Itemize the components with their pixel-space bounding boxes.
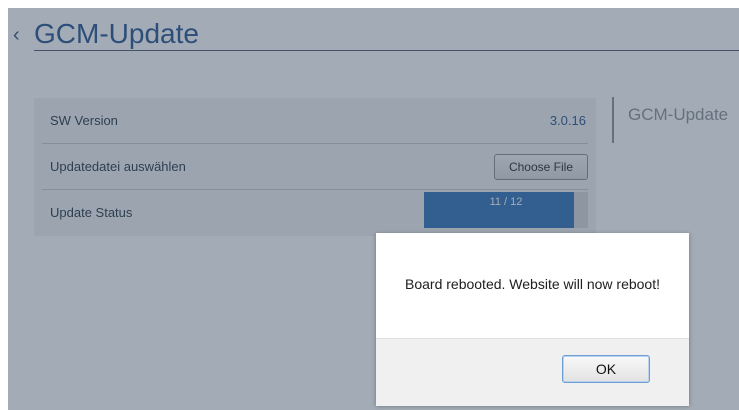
alert-dialog: Board rebooted. Website will now reboot!…: [376, 233, 689, 406]
alert-footer: OK: [376, 338, 689, 406]
alert-message: Board rebooted. Website will now reboot!: [405, 276, 660, 292]
ok-button[interactable]: OK: [562, 355, 650, 383]
page: ‹ GCM-Update SW Version 3.0.16 Updatedat…: [8, 8, 739, 410]
